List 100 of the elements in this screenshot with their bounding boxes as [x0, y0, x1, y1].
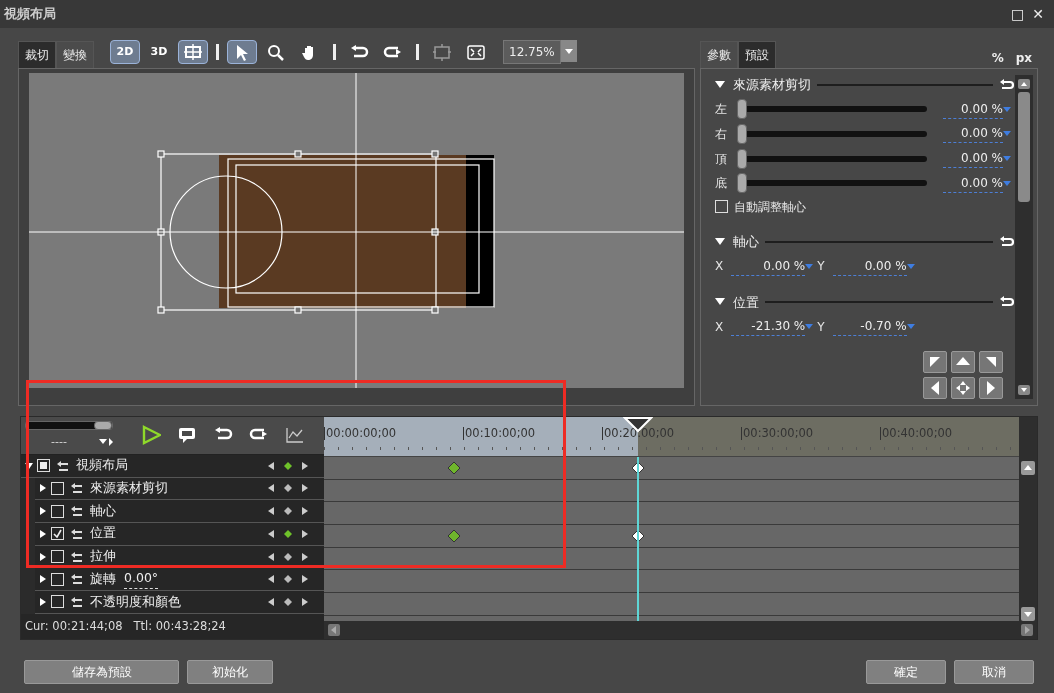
- reset-icon[interactable]: [999, 236, 1015, 249]
- keyframe-nav-icon[interactable]: [268, 460, 308, 471]
- reset-icon[interactable]: [56, 460, 68, 471]
- window-title: 視頻布局: [4, 5, 56, 24]
- fit-frame-icon[interactable]: [432, 42, 452, 62]
- arrow-icon[interactable]: [984, 355, 998, 369]
- graph-icon[interactable]: [285, 425, 305, 446]
- move-icon[interactable]: [956, 381, 970, 395]
- footer-button[interactable]: 初始化: [187, 660, 273, 684]
- collapse-icon[interactable]: [715, 238, 725, 247]
- keyframe-icon[interactable]: [446, 461, 461, 475]
- reset-icon[interactable]: [70, 574, 82, 585]
- expand-icon[interactable]: [39, 597, 47, 606]
- value-field[interactable]: 0.00 %: [731, 256, 806, 276]
- keyframe-nav-icon[interactable]: [268, 551, 308, 562]
- footer-button[interactable]: 確定: [866, 660, 946, 684]
- tab[interactable]: 裁切: [18, 40, 56, 68]
- scroll-up-icon[interactable]: [1018, 79, 1030, 89]
- reset-icon[interactable]: [999, 78, 1015, 91]
- unit-button[interactable]: %: [989, 52, 1006, 64]
- search-icon[interactable]: [266, 42, 286, 62]
- value-field[interactable]: 0.00 %: [943, 149, 1003, 168]
- fullscreen-icon[interactable]: [466, 42, 486, 62]
- close-button[interactable]: ✕: [1030, 7, 1046, 21]
- reset-icon[interactable]: [70, 596, 82, 607]
- expand-icon[interactable]: [39, 507, 47, 516]
- keyframe-icon[interactable]: [446, 529, 461, 544]
- time-label: 00:30:00;00: [741, 427, 880, 440]
- keyframe-nav-icon[interactable]: [268, 483, 308, 494]
- expand-icon[interactable]: [25, 461, 33, 470]
- keyframe-nav-icon[interactable]: [268, 528, 308, 539]
- value-field[interactable]: -0.70 %: [832, 317, 907, 336]
- expand-icon[interactable]: [39, 529, 47, 538]
- tab[interactable]: 參數: [700, 40, 738, 68]
- expand-icon[interactable]: [39, 484, 47, 493]
- scroll-left-icon[interactable]: [328, 624, 340, 636]
- track-label: 位置: [90, 524, 116, 543]
- transform-frame[interactable]: [157, 150, 495, 314]
- reset-icon[interactable]: [999, 296, 1015, 309]
- comment-icon[interactable]: [177, 425, 197, 446]
- tab[interactable]: 變換: [56, 40, 94, 68]
- reset-icon[interactable]: [70, 483, 82, 494]
- collapse-icon[interactable]: [715, 298, 725, 307]
- slider-label: 頂: [715, 150, 727, 168]
- checkbox[interactable]: [51, 550, 64, 564]
- caret-icon: [564, 48, 573, 54]
- track-label: 旋轉: [90, 569, 116, 588]
- collapse-icon[interactable]: [715, 80, 725, 89]
- unit-button[interactable]: px: [1013, 52, 1034, 64]
- scroll-right-icon[interactable]: [1021, 624, 1033, 636]
- track-value[interactable]: 0.00°: [124, 569, 159, 590]
- scrollbar[interactable]: [1015, 75, 1033, 399]
- value-field[interactable]: 0.00 %: [943, 99, 1003, 119]
- keyframe-nav-icon[interactable]: [268, 506, 308, 517]
- frame-icon[interactable]: [183, 42, 203, 62]
- playhead-line[interactable]: [637, 457, 640, 621]
- caret-icon[interactable]: [99, 437, 113, 446]
- scroll-thumb[interactable]: [1018, 92, 1030, 202]
- tab[interactable]: 預設: [738, 40, 776, 68]
- value-field[interactable]: 0.00 %: [832, 256, 907, 276]
- play-icon[interactable]: [141, 425, 161, 446]
- expand-icon[interactable]: [39, 552, 47, 561]
- reset-icon[interactable]: [70, 528, 82, 539]
- footer-button[interactable]: 取消: [954, 660, 1034, 684]
- slider-thumb[interactable]: [737, 99, 747, 120]
- arrow-icon[interactable]: [928, 355, 942, 369]
- value-field[interactable]: 0.00 %: [943, 173, 1003, 193]
- keyframe-nav-icon[interactable]: [268, 574, 308, 585]
- zoom-field[interactable]: 12.75%: [503, 40, 561, 64]
- checkbox[interactable]: [51, 481, 64, 495]
- slider-thumb[interactable]: [737, 173, 747, 194]
- maximize-button[interactable]: □: [1009, 7, 1027, 21]
- track-label: 軸心: [90, 501, 116, 520]
- checkbox[interactable]: [51, 572, 64, 586]
- scroll-down-icon[interactable]: [1021, 607, 1035, 621]
- slider-label: 底: [715, 175, 727, 193]
- axis-label: X: [715, 258, 724, 276]
- scroll-up-icon[interactable]: [1021, 461, 1035, 475]
- slider-thumb[interactable]: [737, 123, 747, 144]
- track-label: 拉伸: [90, 547, 116, 566]
- section-title: 位置: [733, 293, 759, 312]
- reset-icon[interactable]: [70, 551, 82, 562]
- scroll-down-icon[interactable]: [1018, 385, 1030, 395]
- expand-icon[interactable]: [39, 575, 47, 584]
- value-field[interactable]: 0.00 %: [943, 124, 1003, 144]
- view-mode-button[interactable]: 2D: [110, 40, 140, 64]
- value-field[interactable]: -21.30 %: [731, 317, 806, 336]
- checkbox[interactable]: [51, 504, 64, 518]
- zoom-slider-thumb[interactable]: [94, 420, 112, 430]
- checkbox[interactable]: [51, 527, 64, 541]
- slider-thumb[interactable]: [737, 148, 747, 169]
- layer-dropdown[interactable]: ----: [25, 433, 113, 451]
- checkbox[interactable]: [37, 459, 50, 473]
- reset-icon[interactable]: [70, 506, 82, 517]
- keyframe-nav-icon[interactable]: [268, 596, 308, 607]
- checkbox[interactable]: [51, 595, 64, 609]
- checkbox[interactable]: [715, 200, 728, 214]
- view-mode-button[interactable]: 3D: [144, 40, 174, 64]
- footer-button[interactable]: 儲存為預設: [24, 660, 179, 684]
- slider-label: 右: [715, 125, 727, 143]
